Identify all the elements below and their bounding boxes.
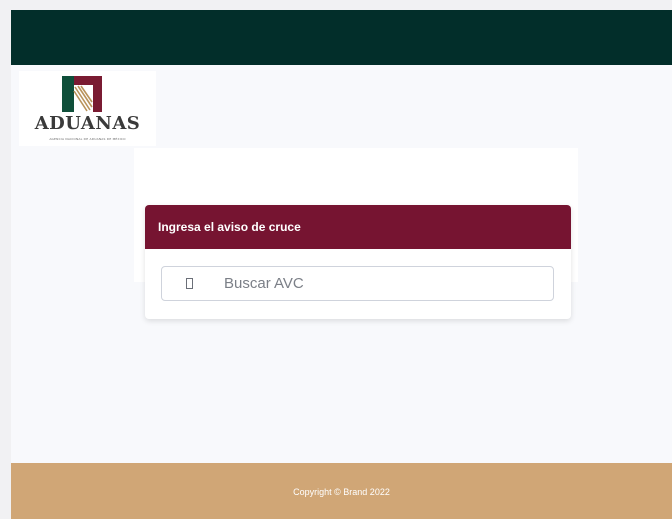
- top-navbar: [11, 10, 672, 65]
- aduanas-emblem-icon: [62, 76, 102, 112]
- footer: Copyright © Brand 2022: [11, 463, 672, 519]
- search-input[interactable]: [224, 268, 544, 299]
- logo-subtitle: AGENCIA NACIONAL DE ADUANAS DE MÉXICO: [49, 137, 126, 141]
- footer-copyright: Copyright © Brand 2022: [293, 487, 390, 497]
- logo-title: ADUANAS: [34, 113, 141, 134]
- aduanas-logo[interactable]: ADUANAS AGENCIA NACIONAL DE ADUANAS DE M…: [19, 71, 156, 146]
- avc-search-card: Ingresa el aviso de cruce: [145, 205, 571, 319]
- search-field[interactable]: [161, 266, 554, 301]
- card-header: Ingresa el aviso de cruce: [145, 205, 571, 249]
- content-panel-header: [134, 148, 578, 194]
- page-viewport: ADUANAS AGENCIA NACIONAL DE ADUANAS DE M…: [11, 10, 672, 519]
- clipboard-icon: [186, 278, 193, 289]
